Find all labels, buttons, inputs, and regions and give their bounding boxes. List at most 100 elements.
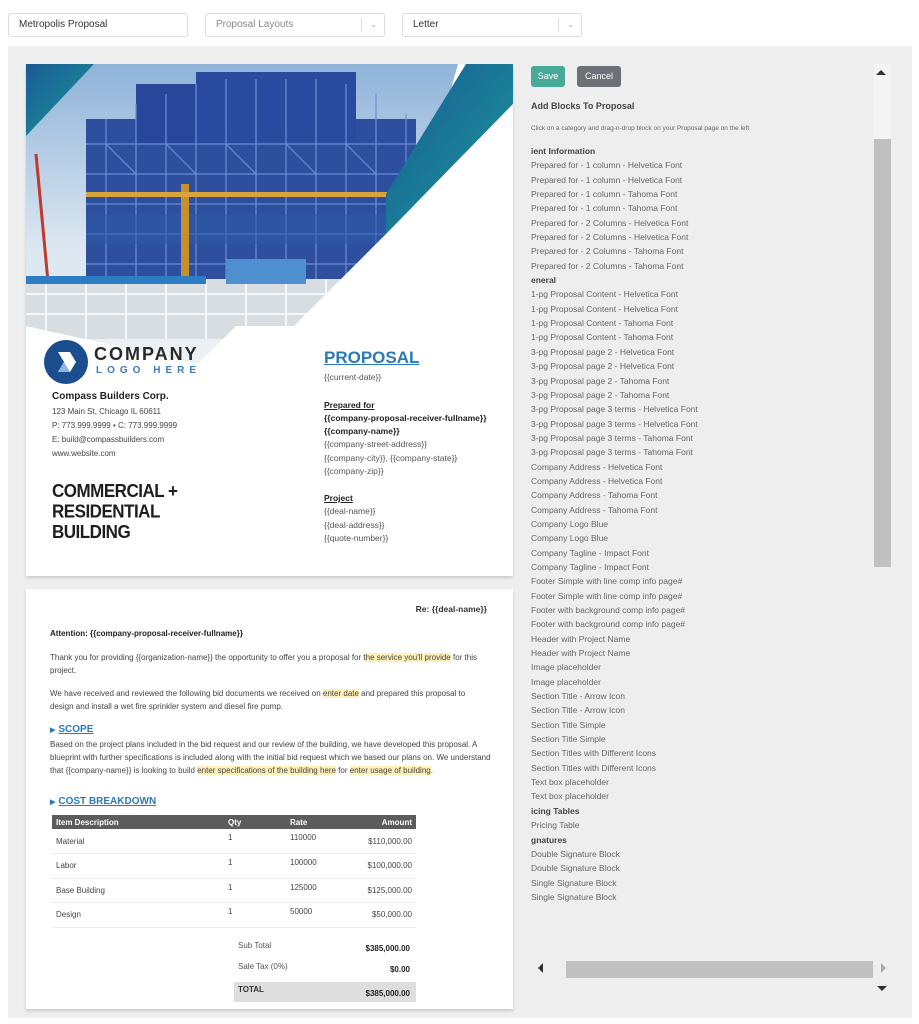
block-item[interactable]: Text box placeholder — [531, 775, 861, 789]
block-item[interactable]: Footer Simple with line comp info page# — [531, 574, 861, 588]
pricing-table[interactable]: Item Description Qty Rate Amount Materia… — [52, 815, 416, 928]
block-item[interactable]: Prepared for - 2 Columns - Tahoma Font — [531, 244, 861, 258]
block-item[interactable]: Prepared for - 1 column - Tahoma Font — [531, 187, 861, 201]
item-rate: 110000 — [286, 829, 346, 854]
logo-text-company: COMPANY — [94, 344, 199, 364]
item-qty: 1 — [224, 829, 286, 854]
block-item[interactable]: Footer with background comp info page# — [531, 617, 861, 631]
block-item[interactable]: Prepared for - 1 column - Helvetica Font — [531, 173, 861, 187]
block-item[interactable]: Company Address - Helvetica Font — [531, 460, 861, 474]
item-description: Design — [52, 902, 224, 928]
company-logo-icon — [44, 340, 88, 384]
scroll-down-icon[interactable] — [877, 986, 887, 991]
scroll-up-icon[interactable] — [876, 70, 886, 75]
block-item[interactable]: 1-pg Proposal Content - Helvetica Font — [531, 287, 861, 301]
block-item[interactable]: 3-pg Proposal page 2 - Helvetica Font — [531, 345, 861, 359]
block-item[interactable]: Single Signature Block — [531, 890, 861, 904]
block-item[interactable]: 1-pg Proposal Content - Helvetica Font — [531, 302, 861, 316]
block-item[interactable]: Company Address - Tahoma Font — [531, 503, 861, 517]
block-item[interactable]: Company Tagline - Impact Font — [531, 546, 861, 560]
block-item[interactable]: 3-pg Proposal page 2 - Tahoma Font — [531, 374, 861, 388]
block-category[interactable]: gnatures — [531, 833, 861, 847]
block-item[interactable]: Header with Project Name — [531, 632, 861, 646]
horizontal-scrollbar[interactable] — [531, 959, 891, 978]
block-item[interactable]: Header with Project Name — [531, 646, 861, 660]
block-item[interactable]: Company Tagline - Impact Font — [531, 560, 861, 574]
block-item[interactable]: Company Logo Blue — [531, 517, 861, 531]
scrollbar-track[interactable] — [874, 64, 891, 139]
placeholder-highlight[interactable]: the service you'll provide — [363, 653, 451, 662]
block-item[interactable]: 3-pg Proposal page 3 terms - Helvetica F… — [531, 417, 861, 431]
company-address: 123 Main St, Chicago IL 60611 — [52, 407, 161, 416]
block-item[interactable]: Footer with background comp info page# — [531, 603, 861, 617]
scrollbar-thumb[interactable] — [874, 139, 891, 567]
block-item[interactable]: Company Address - Tahoma Font — [531, 488, 861, 502]
item-description: Base Building — [52, 878, 224, 903]
block-item[interactable]: Text box placeholder — [531, 789, 861, 803]
block-item[interactable]: Prepared for - 1 column - Helvetica Font — [531, 158, 861, 172]
placeholder-highlight[interactable]: enter date — [322, 689, 359, 698]
block-item[interactable]: Footer Simple with line comp info page# — [531, 589, 861, 603]
block-category[interactable]: eneral — [531, 273, 861, 287]
block-item[interactable]: Company Address - Helvetica Font — [531, 474, 861, 488]
block-item[interactable]: Company Logo Blue — [531, 531, 861, 545]
prepared-for-label: Prepared for — [324, 400, 375, 410]
cancel-button[interactable]: Cancel — [577, 66, 621, 87]
block-item[interactable]: 3-pg Proposal page 3 terms - Helvetica F… — [531, 402, 861, 416]
text: . — [430, 766, 433, 775]
scroll-left-icon[interactable] — [538, 963, 543, 973]
block-item[interactable]: Prepared for - 2 Columns - Tahoma Font — [531, 259, 861, 273]
block-item[interactable]: 1-pg Proposal Content - Tahoma Font — [531, 330, 861, 344]
block-item[interactable]: Image placeholder — [531, 660, 861, 674]
item-amount: $100,000.00 — [346, 853, 416, 879]
scroll-right-icon[interactable] — [881, 963, 886, 973]
scrollbar-thumb[interactable] — [566, 961, 873, 978]
block-item[interactable]: Prepared for - 2 Columns - Helvetica Fon… — [531, 216, 861, 230]
block-category[interactable]: icing Tables — [531, 804, 861, 818]
block-item[interactable]: Section Titles with Different Icons — [531, 746, 861, 760]
proposal-name-input[interactable]: Metropolis Proposal — [8, 13, 188, 37]
block-item[interactable]: Section Title Simple — [531, 718, 861, 732]
block-item[interactable]: Double Signature Block — [531, 847, 861, 861]
paper-size-select[interactable]: Letter ⌄ — [402, 13, 582, 37]
quote-number: {{quote-number}} — [324, 533, 389, 543]
proposal-layouts-select[interactable]: Proposal Layouts ⌄ — [205, 13, 385, 37]
column-header: Qty — [224, 815, 286, 829]
block-item[interactable]: 3-pg Proposal page 2 - Tahoma Font — [531, 388, 861, 402]
tax-label: Sale Tax (0%) — [238, 962, 288, 971]
chevron-down-icon[interactable]: ⌄ — [567, 14, 574, 36]
item-qty: 1 — [224, 902, 286, 928]
re-line: Re: {{deal-name}} — [415, 604, 487, 614]
top-bar: Metropolis Proposal Proposal Layouts ⌄ L… — [0, 0, 919, 46]
block-item[interactable]: Section Title - Arrow Icon — [531, 689, 861, 703]
block-item[interactable]: 1-pg Proposal Content - Tahoma Font — [531, 316, 861, 330]
text: Thank you for providing {{organization-n… — [50, 653, 364, 662]
proposal-letter-page[interactable]: Re: {{deal-name}} Attention: {{company-p… — [26, 589, 513, 1009]
item-rate: 50000 — [286, 902, 346, 928]
select-separator — [558, 18, 559, 32]
block-item[interactable]: Prepared for - 1 column - Tahoma Font — [531, 201, 861, 215]
block-item[interactable]: Section Title - Arrow Icon — [531, 703, 861, 717]
item-rate: 125000 — [286, 878, 346, 903]
editor-workspace: COMPANY LOGO HERE Compass Builders Corp.… — [8, 46, 912, 1018]
block-item[interactable]: Section Titles with Different Icons — [531, 761, 861, 775]
block-item[interactable]: Single Signature Block — [531, 876, 861, 890]
block-item[interactable]: Prepared for - 2 Columns - Helvetica Fon… — [531, 230, 861, 244]
placeholder-highlight[interactable]: enter usage of building — [349, 766, 431, 775]
block-category[interactable]: ient Information — [531, 144, 861, 158]
block-item[interactable]: 3-pg Proposal page 3 terms - Tahoma Font — [531, 431, 861, 445]
block-item[interactable]: Pricing Table — [531, 818, 861, 832]
construction-hero-image — [26, 64, 513, 364]
save-button[interactable]: Save — [531, 66, 565, 87]
block-item[interactable]: 3-pg Proposal page 2 - Helvetica Font — [531, 359, 861, 373]
block-item[interactable]: Section Title Simple — [531, 732, 861, 746]
proposal-cover-page[interactable]: COMPANY LOGO HERE Compass Builders Corp.… — [26, 64, 513, 576]
block-item[interactable]: 3-pg Proposal page 3 terms - Tahoma Font — [531, 445, 861, 459]
placeholder-highlight[interactable]: enter specifications of the building her… — [197, 766, 336, 775]
vertical-scrollbar[interactable] — [871, 64, 891, 996]
block-item[interactable]: Double Signature Block — [531, 861, 861, 875]
proposal-layouts-placeholder: Proposal Layouts — [216, 19, 294, 30]
chevron-down-icon[interactable]: ⌄ — [370, 14, 377, 36]
attention-line: Attention: {{company-proposal-receiver-f… — [50, 629, 243, 638]
block-item[interactable]: Image placeholder — [531, 675, 861, 689]
